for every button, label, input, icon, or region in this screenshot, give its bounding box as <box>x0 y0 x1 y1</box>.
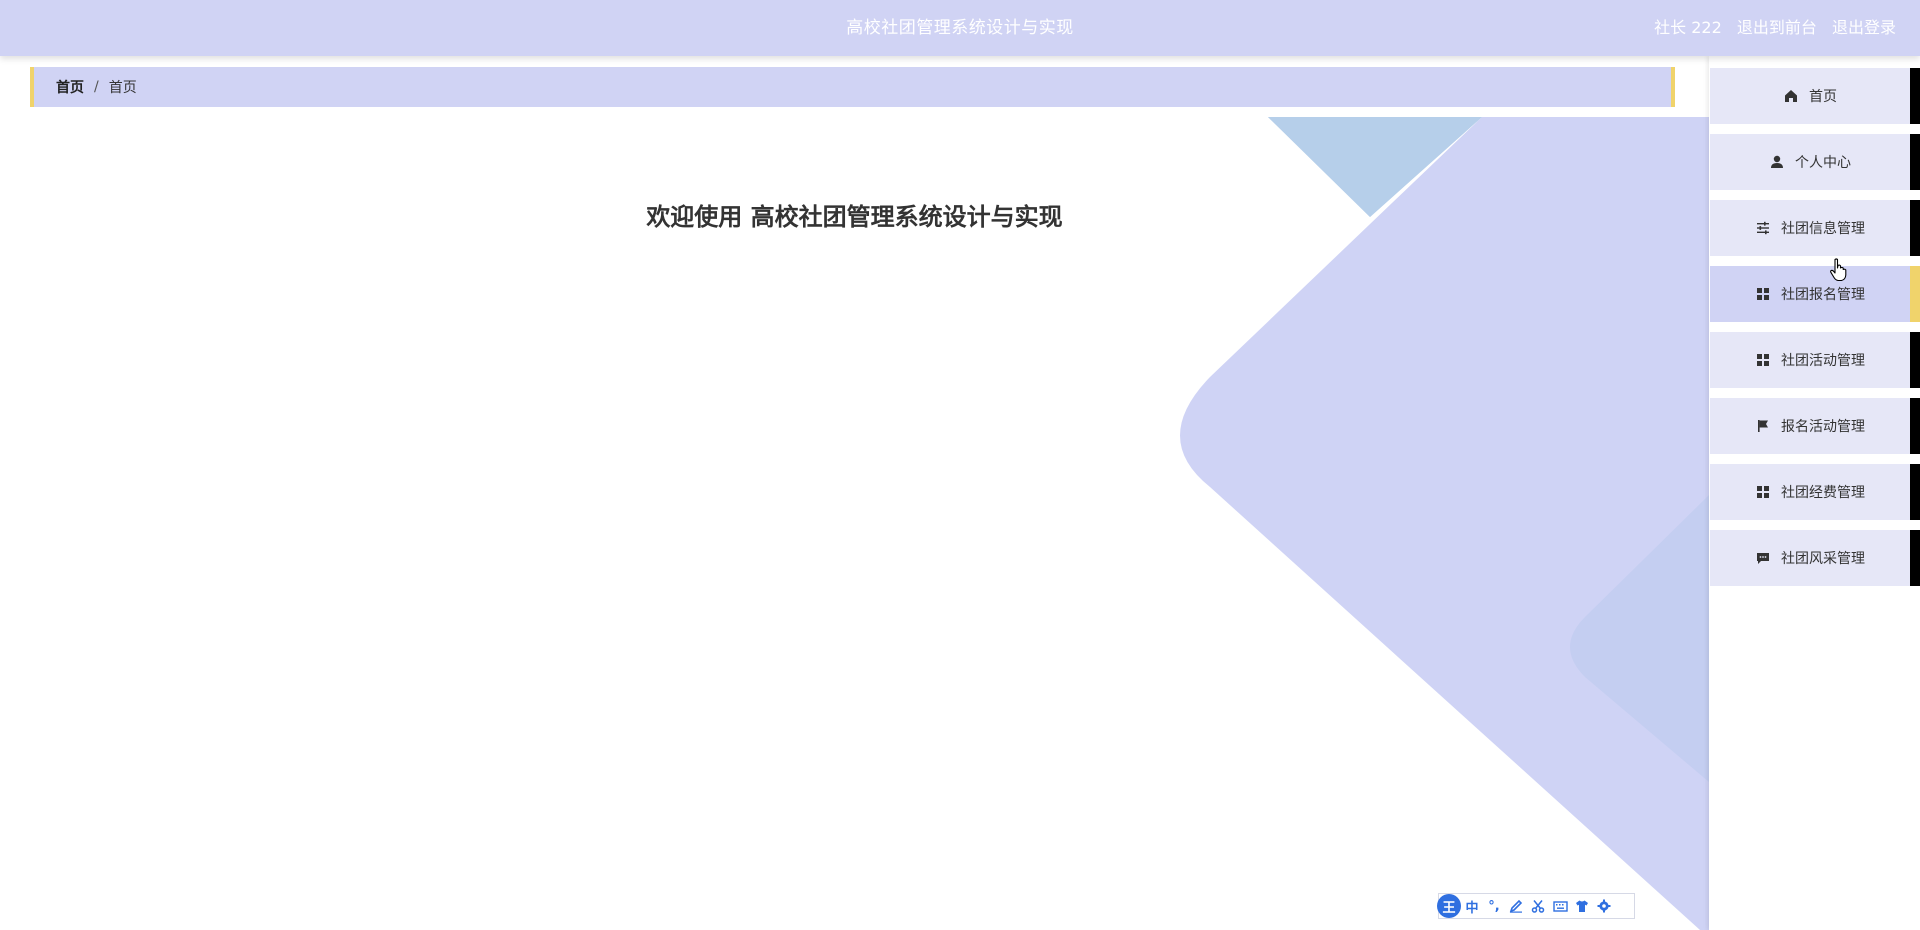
grid-icon <box>1755 286 1771 302</box>
sidebar-item-label: 社团报名管理 <box>1781 287 1865 303</box>
grid-icon <box>1755 484 1771 500</box>
sidebar-item-activity-registration[interactable]: 报名活动管理 <box>1710 398 1920 454</box>
welcome-heading: 欢迎使用 高校社团管理系统设计与实现 <box>646 203 1063 231</box>
sidebar-item-label: 首页 <box>1809 89 1837 105</box>
ime-mode-toggle[interactable]: 中 <box>1461 895 1483 917</box>
breadcrumb-separator: / <box>94 79 99 95</box>
sidebar-item-label: 个人中心 <box>1795 155 1851 171</box>
sidebar-item-club-funds[interactable]: 社团经费管理 <box>1710 464 1920 520</box>
hand-cursor-icon <box>1829 258 1849 282</box>
shirt-icon[interactable] <box>1571 895 1593 917</box>
user-icon <box>1769 154 1785 170</box>
sidebar-item-label: 报名活动管理 <box>1781 419 1865 435</box>
sidebar-item-club-info[interactable]: 社团信息管理 <box>1710 200 1920 256</box>
ime-toolbar: 王 中 °, <box>1437 893 1635 919</box>
app-title: 高校社团管理系统设计与实现 <box>846 18 1074 38</box>
sidebar-item-club-registration[interactable]: 社团报名管理 <box>1710 266 1920 322</box>
breadcrumb-home-link[interactable]: 首页 <box>56 77 84 97</box>
breadcrumb-current: 首页 <box>108 80 137 96</box>
settings-icon[interactable] <box>1593 895 1615 917</box>
sidebar-menu: 首页 个人中心 社团信息管理 社团报名管理 社团活动管理 报名活动管理 社团经费… <box>1709 56 1920 930</box>
home-icon <box>1783 88 1799 104</box>
grid-icon <box>1755 352 1771 368</box>
breadcrumb: 首页 / 首页 <box>30 67 1675 107</box>
background-diamond <box>1180 117 1709 930</box>
sliders-icon <box>1755 220 1771 236</box>
pen-icon[interactable] <box>1505 895 1527 917</box>
main-content: 欢迎使用 高校社团管理系统设计与实现 <box>0 117 1709 930</box>
sidebar-item-club-activity[interactable]: 社团活动管理 <box>1710 332 1920 388</box>
sidebar-item-label: 社团经费管理 <box>1781 485 1865 501</box>
sidebar-item-label: 社团活动管理 <box>1781 353 1865 369</box>
ime-logo-icon[interactable]: 王 <box>1437 894 1461 918</box>
message-icon <box>1755 550 1771 566</box>
scissors-icon[interactable] <box>1527 895 1549 917</box>
flag-icon <box>1755 418 1771 434</box>
logout-link[interactable]: 退出登录 <box>1832 18 1896 37</box>
sidebar-item-home[interactable]: 首页 <box>1710 68 1920 124</box>
current-user-label: 社长 222 <box>1654 18 1722 37</box>
keyboard-icon[interactable] <box>1549 895 1571 917</box>
top-header-bar: 高校社团管理系统设计与实现 社长 222 退出到前台 退出登录 <box>0 0 1920 56</box>
sidebar-item-club-showcase[interactable]: 社团风采管理 <box>1710 530 1920 586</box>
ime-punctuation-toggle[interactable]: °, <box>1483 895 1505 917</box>
sidebar-item-profile[interactable]: 个人中心 <box>1710 134 1920 190</box>
sidebar-item-label: 社团风采管理 <box>1781 551 1865 567</box>
sidebar-item-label: 社团信息管理 <box>1781 221 1865 237</box>
background-decoration <box>1180 117 1709 930</box>
back-to-front-link[interactable]: 退出到前台 <box>1737 18 1817 37</box>
header-actions: 社长 222 退出到前台 退出登录 <box>1644 0 1896 56</box>
